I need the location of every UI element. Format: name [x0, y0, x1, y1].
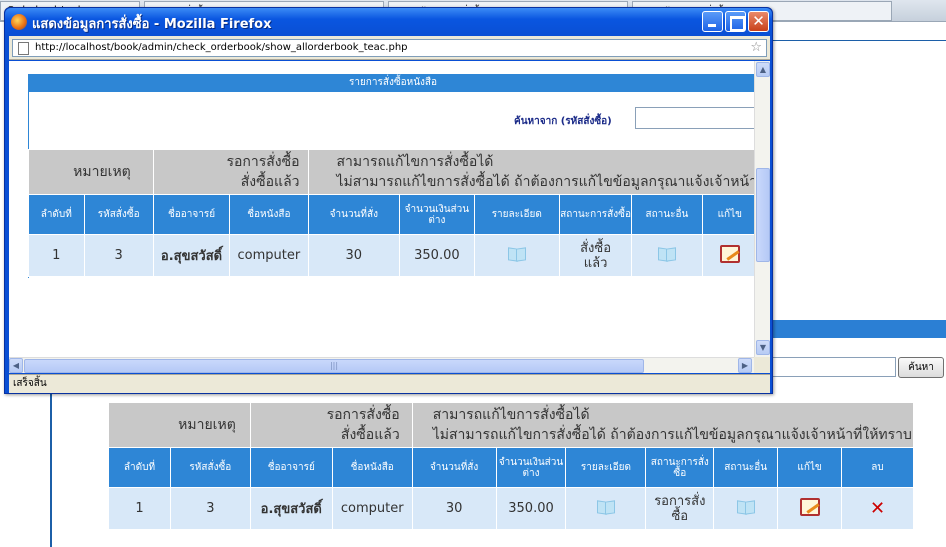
- delete-cell: ✕: [841, 487, 914, 530]
- book-icon[interactable]: [597, 500, 615, 513]
- col-header: แก้ไข: [777, 447, 843, 488]
- page-icon: [18, 42, 29, 55]
- cell-status: รอการสั่ง ซื้อ: [645, 487, 715, 530]
- cell-diff: 350.00: [399, 234, 475, 277]
- col-header: ชื่ออาจารย์: [249, 447, 333, 488]
- col-header: สถานะการสั่งซื้อ: [645, 447, 715, 488]
- col-header: ชื่อหนังสือ: [331, 447, 413, 488]
- cell-diff: 350.00: [495, 487, 567, 530]
- col-header: รายละเอียด: [473, 194, 560, 235]
- background-search-button[interactable]: ค้นหา: [898, 357, 944, 378]
- edit-cell: [701, 234, 754, 277]
- page-viewport: รายการสั่งซื้อหนังสือ ค้นหาจาก (รหัสสั่ง…: [9, 61, 754, 357]
- horizontal-scroll-thumb[interactable]: |||: [24, 359, 644, 373]
- detail-cell: [565, 487, 647, 530]
- note-status: รอการสั่งซื้อ สั่งซื้อแล้ว: [249, 402, 413, 448]
- background-divider: [770, 40, 946, 41]
- table-row: 1 3 อ.สุขสวัสดิ์ computer 30 350.00 รอกา…: [108, 487, 914, 530]
- star-icon[interactable]: ☆: [750, 40, 762, 56]
- col-header: สถานะอื่น: [631, 194, 703, 235]
- horizontal-scrollbar[interactable]: ◀ ||| ▶: [9, 357, 754, 373]
- col-header: แก้ไข: [701, 194, 754, 235]
- cell-status: สั่งซื้อ แล้ว: [558, 234, 633, 277]
- col-header: ชื่ออาจารย์: [152, 194, 231, 235]
- other-status-cell: [713, 487, 779, 530]
- scroll-corner: [754, 357, 770, 373]
- maximize-button[interactable]: [725, 11, 746, 32]
- table-row: 1 3 อ.สุขสวัสดิ์ computer 30 350.00 สั่ง…: [28, 234, 754, 277]
- scroll-up-icon[interactable]: ▲: [756, 62, 770, 77]
- col-header: ลำดับที่: [28, 194, 85, 235]
- edit-icon[interactable]: [799, 497, 820, 516]
- col-header: รหัสสั่งซื้อ: [83, 194, 154, 235]
- cell-book: computer: [229, 234, 309, 277]
- cell-book: computer: [331, 487, 413, 530]
- note-description: สามารถแก้ไขการสั่งซื้อได้ ไม่สามารถแก้ไข…: [411, 402, 915, 448]
- background-panel-header: [770, 320, 946, 338]
- window-titlebar[interactable]: แสดงข้อมูลการสั่งซื้อ - Mozilla Firefox …: [5, 8, 772, 36]
- cell-qty: 30: [307, 234, 401, 277]
- note-label: หมายเหตุ: [28, 149, 154, 195]
- search-label: ค้นหาจาก (รหัสสั่งซื้อ): [514, 116, 612, 127]
- cell-teacher: อ.สุขสวัสดิ์: [152, 234, 231, 277]
- other-status-cell: [631, 234, 703, 277]
- col-header: จำนวนเงินส่วนต่าง: [399, 194, 475, 235]
- col-header: สถานะการสั่งซื้อ: [558, 194, 633, 235]
- col-header: จำนวนที่สั่ง: [307, 194, 401, 235]
- close-icon: ✕: [752, 12, 765, 30]
- background-search-input[interactable]: [770, 357, 896, 377]
- cell-order-id: 3: [169, 487, 251, 530]
- window-title: แสดงข้อมูลการสั่งซื้อ - Mozilla Firefox: [32, 17, 272, 32]
- detail-cell: [473, 234, 560, 277]
- cell-qty: 30: [411, 487, 497, 530]
- url-text: http://localhost/book/admin/check_orderb…: [35, 42, 408, 53]
- cell-teacher: อ.สุขสวัสดิ์: [249, 487, 333, 530]
- vertical-scroll-thumb[interactable]: [756, 168, 770, 262]
- url-field[interactable]: http://localhost/book/admin/check_orderb…: [12, 39, 767, 57]
- firefox-popup-window: แสดงข้อมูลการสั่งซื้อ - Mozilla Firefox …: [4, 7, 773, 394]
- note-status: รอการสั่งซื้อ สั่งซื้อแล้ว: [152, 149, 309, 195]
- search-input[interactable]: [635, 107, 754, 129]
- col-header: รหัสสั่งซื้อ: [169, 447, 251, 488]
- col-header: รายละเอียด: [565, 447, 647, 488]
- note-label: หมายเหตุ: [108, 402, 251, 448]
- cell-order-id: 3: [83, 234, 154, 277]
- col-header: ลำดับที่: [108, 447, 171, 488]
- col-header: จำนวนที่สั่ง: [411, 447, 497, 488]
- close-button[interactable]: ✕: [748, 11, 769, 32]
- minimize-button[interactable]: [702, 11, 723, 32]
- close-icon[interactable]: ✕: [870, 498, 885, 519]
- edit-cell: [777, 487, 843, 530]
- panel-title: รายการสั่งซื้อหนังสือ: [28, 74, 754, 92]
- book-icon[interactable]: [508, 247, 526, 260]
- address-bar: http://localhost/book/admin/check_orderb…: [9, 36, 770, 60]
- note-description: สามารถแก้ไขการสั่งซื้อได้ ไม่สามารถแก้ไข…: [307, 149, 754, 195]
- col-header: ชื่อหนังสือ: [229, 194, 309, 235]
- cell-no: 1: [108, 487, 171, 530]
- cell-no: 1: [28, 234, 85, 277]
- firefox-icon: [11, 14, 27, 30]
- col-header: จำนวนเงินส่วนต่าง: [495, 447, 567, 488]
- status-bar: เสร็จสิ้น: [9, 374, 770, 393]
- col-header: ลบ: [841, 447, 914, 488]
- popup-order-table: หมายเหตุ รอการสั่งซื้อ สั่งซื้อแล้ว สามา…: [28, 149, 754, 277]
- col-header: สถานะอื่น: [713, 447, 779, 488]
- edit-icon[interactable]: [719, 244, 740, 263]
- scroll-right-icon[interactable]: ▶: [738, 358, 752, 373]
- scroll-left-icon[interactable]: ◀: [9, 358, 23, 373]
- book-icon[interactable]: [737, 500, 755, 513]
- vertical-scrollbar[interactable]: ▲ ▼: [754, 61, 770, 357]
- book-icon[interactable]: [658, 247, 676, 260]
- main-order-table: หมายเหตุ รอการสั่งซื้อ สั่งซื้อแล้ว สามา…: [108, 402, 915, 530]
- scroll-down-icon[interactable]: ▼: [756, 340, 770, 355]
